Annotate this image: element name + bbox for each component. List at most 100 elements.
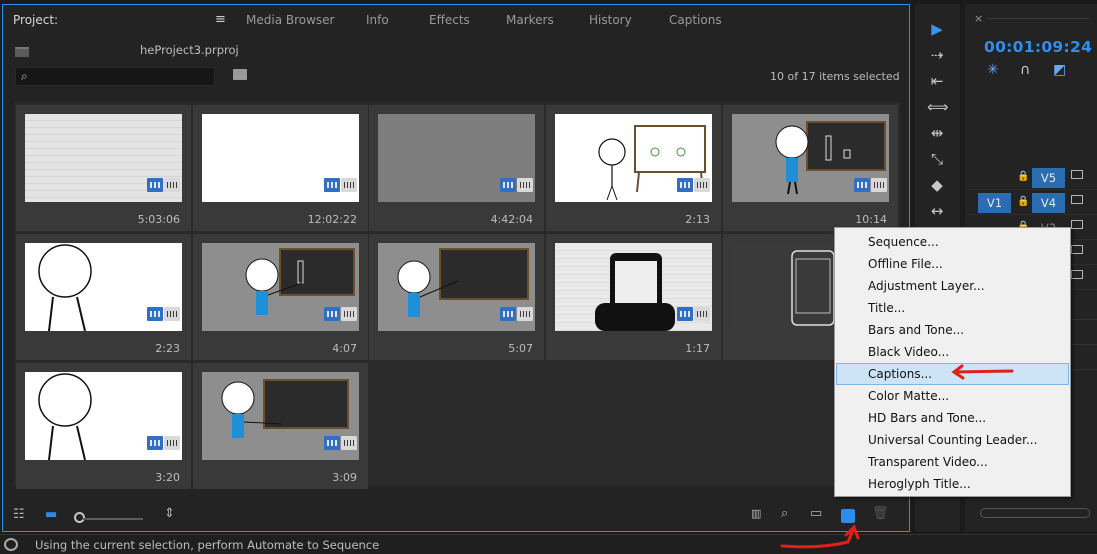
sort-icon[interactable]: ⇕ (164, 506, 175, 521)
menu-item-hd-bars-and-tone[interactable]: HD Bars and Tone... (836, 407, 1069, 429)
clip-grid: 5:03:06 12:02:22 4:42:04 2:13 10:14 2:23… (14, 102, 900, 489)
slip-tool-icon[interactable]: ◆ (927, 176, 947, 194)
menu-item-title[interactable]: Title... (836, 297, 1069, 319)
rolling-edit-tool-icon[interactable]: ⟺ (927, 98, 949, 116)
new-bin-icon[interactable]: ▭ (810, 506, 822, 521)
menu-item-offline-file[interactable]: Offline File... (836, 253, 1069, 275)
clip-duration: 5:07 (508, 342, 533, 355)
camera-icon[interactable] (1071, 195, 1083, 204)
clip-duration: 5:03:06 (137, 213, 180, 226)
source-track-label[interactable]: V1 (978, 193, 1011, 213)
camera-icon[interactable] (1071, 270, 1083, 279)
clip-tile[interactable]: 2:13 (546, 105, 721, 231)
audio-badge-icon (517, 178, 533, 192)
clip-tile[interactable]: 4:07 (193, 234, 368, 360)
clip-duration: 3:20 (155, 471, 180, 484)
menu-item-color-matte[interactable]: Color Matte... (836, 385, 1069, 407)
tab-markers[interactable]: Markers (506, 13, 554, 27)
clip-duration: 3:09 (332, 471, 357, 484)
panel-menu-icon[interactable]: ≡ (215, 12, 226, 27)
close-icon[interactable]: × (974, 12, 983, 25)
clip-duration: 4:07 (332, 342, 357, 355)
audio-badge-icon (517, 307, 533, 321)
project-panel-footer: ☷ ▬ ⇕ ▥ ⌕ ▭ 🗑 (3, 501, 909, 531)
zoom-slider-track[interactable] (83, 518, 143, 520)
audio-badge-icon (341, 436, 357, 450)
clip-tile[interactable]: 4:42:04 (369, 105, 544, 231)
ripple-edit-tool-icon[interactable]: ⇤ (927, 72, 947, 90)
tab-info[interactable]: Info (366, 13, 389, 27)
audio-badge-icon (694, 178, 710, 192)
status-text: Using the current selection, perform Aut… (35, 538, 380, 552)
search-icon: ⌕ (21, 69, 28, 83)
track-label[interactable]: V4 (1032, 193, 1065, 213)
tab-effects[interactable]: Effects (429, 13, 470, 27)
tab-project[interactable]: Project: (13, 13, 58, 27)
camera-icon[interactable] (1071, 220, 1083, 229)
timeline-tab[interactable] (987, 18, 1089, 19)
tab-media-browser[interactable]: Media Browser (246, 13, 334, 27)
video-badge-icon (500, 178, 516, 192)
audio-badge-icon (341, 307, 357, 321)
list-view-icon[interactable]: ☷ (13, 507, 25, 522)
timecode-display[interactable]: 00:01:09:24 (984, 38, 1092, 56)
menu-item-adjustment-layer[interactable]: Adjustment Layer... (836, 275, 1069, 297)
camera-icon[interactable] (1071, 170, 1083, 179)
video-badge-icon (500, 307, 516, 321)
menu-item-heroglyph-title[interactable]: Heroglyph Title... (836, 473, 1069, 495)
video-badge-icon (324, 178, 340, 192)
selection-count: 10 of 17 items selected (770, 70, 900, 83)
menu-item-transparent-video[interactable]: Transparent Video... (836, 451, 1069, 473)
razor-tool-icon[interactable]: ⤡ (927, 150, 947, 168)
track-select-tool-icon[interactable]: ⇢ (927, 46, 947, 64)
nest-icon[interactable]: ✳ (987, 62, 999, 78)
tab-captions[interactable]: Captions (669, 13, 722, 27)
clip-tile[interactable]: 10:14 (723, 105, 898, 231)
new-search-bin-icon[interactable] (233, 69, 247, 80)
clip-tile[interactable]: 3:09 (193, 363, 368, 489)
rate-stretch-tool-icon[interactable]: ⇹ (927, 124, 947, 142)
lock-icon[interactable]: 🔒 (1017, 196, 1029, 207)
menu-item-bars-and-tone[interactable]: Bars and Tone... (836, 319, 1069, 341)
video-badge-icon (677, 178, 693, 192)
linked-selection-icon[interactable]: ◩ (1053, 62, 1066, 78)
audio-badge-icon (164, 307, 180, 321)
timeline-scrollbar[interactable] (980, 508, 1090, 518)
clip-tile[interactable]: 5:03:06 (16, 105, 191, 231)
audio-badge-icon (341, 178, 357, 192)
clip-duration: 10:14 (855, 213, 887, 226)
clip-tile[interactable]: 12:02:22 (193, 105, 368, 231)
menu-item-black-video[interactable]: Black Video... (836, 341, 1069, 363)
video-badge-icon (324, 307, 340, 321)
video-badge-icon (677, 307, 693, 321)
camera-icon[interactable] (1071, 245, 1083, 254)
track-row-v4: V1 🔒 V4 (965, 191, 1097, 215)
clip-tile[interactable]: 2:23 (16, 234, 191, 360)
clip-tile[interactable]: 3:20 (16, 363, 191, 489)
lock-icon[interactable]: 🔒 (1017, 171, 1029, 182)
icon-view-icon[interactable]: ▬ (45, 507, 57, 522)
snap-icon[interactable]: ∩ (1020, 62, 1030, 78)
trash-icon[interactable]: 🗑 (872, 506, 889, 521)
menu-item-captions[interactable]: Captions... (836, 363, 1069, 385)
tab-history[interactable]: History (589, 13, 632, 27)
clip-duration: 2:23 (155, 342, 180, 355)
search-input[interactable]: ⌕ (15, 67, 215, 86)
slide-tool-icon[interactable]: ↔ (927, 202, 947, 220)
menu-item-universal-counting-leader[interactable]: Universal Counting Leader... (836, 429, 1069, 451)
project-panel: Project: ≡ Media Browser Info Effects Ma… (2, 4, 910, 532)
menu-item-sequence[interactable]: Sequence... (836, 231, 1069, 253)
status-bar: Using the current selection, perform Aut… (0, 534, 1097, 554)
clip-tile[interactable]: 5:07 (369, 234, 544, 360)
audio-badge-icon (164, 436, 180, 450)
find-icon[interactable]: ⌕ (781, 506, 788, 521)
track-label[interactable]: V5 (1032, 168, 1065, 188)
selection-tool-icon[interactable]: ▶ (927, 20, 947, 38)
clip-tile[interactable]: 1:17 (546, 234, 721, 360)
audio-badge-icon (164, 178, 180, 192)
video-badge-icon (147, 178, 163, 192)
new-item-icon[interactable] (841, 509, 855, 523)
automate-icon[interactable]: ▥ (751, 507, 761, 520)
track-row-v5: 🔒 V5 (965, 166, 1097, 190)
audio-badge-icon (694, 307, 710, 321)
